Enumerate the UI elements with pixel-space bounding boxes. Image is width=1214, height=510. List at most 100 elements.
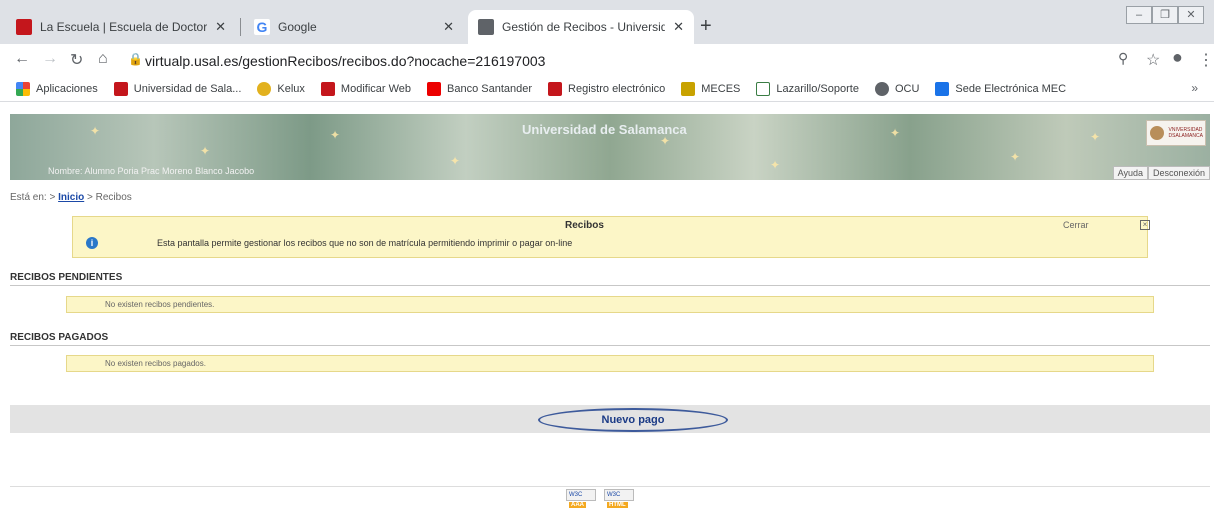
restore-icon[interactable]: ❐ [1152, 6, 1178, 24]
bookmark-label: Registro electrónico [568, 82, 666, 95]
usal-logo: VNIVERSIDAD DSALAMANCA [1146, 120, 1206, 146]
decor-star: ✦ [770, 158, 781, 172]
more-bookmarks-icon[interactable]: » [1191, 81, 1198, 95]
breadcrumb: Está en: > Inicio > Recibos [10, 192, 132, 203]
footer-divider [10, 486, 1210, 487]
lock-icon[interactable]: 🔒 [128, 52, 143, 66]
decor-star: ✦ [200, 144, 211, 158]
close-icon[interactable]: ✕ [215, 19, 226, 35]
usal-icon [16, 19, 32, 35]
bookmark-label: Aplicaciones [36, 82, 98, 95]
decor-star: ✦ [330, 128, 341, 142]
empty-pendientes: No existen recibos pendientes. [66, 296, 1154, 313]
section-title-pendientes: RECIBOS PENDIENTES [10, 272, 123, 283]
new-tab-button[interactable]: + [700, 16, 712, 36]
nuevo-pago-button[interactable]: Nuevo pago [538, 408, 728, 432]
meces-icon [681, 81, 696, 96]
window-controls: – ❐ ✕ [1126, 6, 1204, 24]
bookmark-label: Banco Santander [447, 82, 533, 95]
globe-icon [874, 81, 889, 96]
browser-toolbar: ← → ↻ ⌂ 🔒 virtualp.usal.es/gestionRecibo… [0, 44, 1214, 76]
bookmark-sede-mec[interactable]: Sede Electrónica MEC [935, 81, 1067, 96]
globe-icon [478, 19, 494, 35]
bookmark-santander[interactable]: Banco Santander [427, 81, 533, 96]
info-panel: Recibos Cerrar × i Esta pantalla permite… [72, 216, 1150, 258]
seal-icon [1149, 126, 1164, 140]
w3c-aaa-badge[interactable]: W3C AAA [566, 489, 596, 508]
bookmark-label: MECES [701, 82, 741, 95]
bookmark-label: Universidad de Sala... [133, 82, 242, 95]
minimize-icon[interactable]: – [1126, 6, 1152, 24]
apps-icon [16, 81, 30, 96]
badge-label: W3C [569, 492, 583, 498]
decor-star: ✦ [890, 126, 901, 140]
decor-star: ✦ [450, 154, 461, 168]
breadcrumb-prefix: Está en: [10, 192, 47, 203]
close-link[interactable]: Cerrar [1063, 220, 1089, 230]
breadcrumb-home-link[interactable]: Inicio [58, 192, 84, 203]
logo-text: VNIVERSIDAD DSALAMANCA [1168, 127, 1203, 139]
bookmark-aplicaciones[interactable]: Aplicaciones [16, 81, 98, 96]
santander-icon [427, 81, 442, 96]
bookmark-meces[interactable]: MECES [681, 81, 741, 96]
bookmark-kelux[interactable]: Kelux [257, 81, 305, 96]
bookmark-ocu[interactable]: OCU [874, 81, 919, 96]
header-banner: ✦ ✦ ✦ ✦ ✦ ✦ ✦ ✦ ✦ Universidad de Salaman… [10, 114, 1210, 180]
bookmark-lazarillo[interactable]: Lazarillo/Soporte [756, 81, 859, 96]
address-bar[interactable]: virtualp.usal.es/gestionRecibos/recibos.… [145, 48, 1120, 74]
close-window-icon[interactable]: ✕ [1178, 6, 1204, 24]
bookmark-registro[interactable]: Registro electrónico [548, 81, 666, 96]
banner-buttons: Ayuda Desconexión [1112, 166, 1210, 180]
section-title-pagados: RECIBOS PAGADOS [10, 332, 109, 343]
browser-tab-bar: La Escuela | Escuela de Doctoraci ✕ G Go… [0, 0, 1214, 44]
back-icon[interactable]: ← [14, 50, 30, 68]
bookmark-label: Sede Electrónica MEC [955, 82, 1067, 95]
tab-escuela[interactable]: La Escuela | Escuela de Doctoraci ✕ [6, 10, 236, 44]
star-icon[interactable]: ☆ [1146, 50, 1160, 70]
zoom-icon[interactable]: ⚲ [1118, 50, 1128, 67]
info-icon: i [86, 237, 98, 249]
bookmark-label: Kelux [277, 82, 305, 95]
logout-button[interactable]: Desconexión [1147, 166, 1210, 180]
lazarillo-icon [756, 81, 771, 96]
tab-title: Gestión de Recibos - Universidad [502, 20, 666, 34]
forward-icon[interactable]: → [42, 50, 58, 68]
reload-icon[interactable]: ↻ [70, 50, 83, 70]
bookmark-universidad[interactable]: Universidad de Sala... [113, 81, 242, 96]
menu-icon[interactable]: ⋮ [1198, 50, 1214, 70]
user-name: Nombre: Alumno Poria Prac Moreno Blanco … [48, 166, 255, 176]
breadcrumb-separator: > [87, 192, 93, 203]
badge-label: W3C [607, 492, 621, 498]
bookmark-label: Modificar Web [340, 82, 412, 95]
bookmarks-bar: Aplicaciones Universidad de Sala... Kelu… [0, 76, 1214, 102]
usal-icon [320, 81, 335, 96]
close-icon[interactable]: ✕ [443, 19, 454, 35]
action-bar: Nuevo pago [10, 405, 1210, 433]
site-title: Universidad de Salamanca [522, 122, 687, 137]
breadcrumb-separator: > [49, 192, 56, 203]
sede-icon [935, 81, 950, 96]
bookmark-modificar-web[interactable]: Modificar Web [320, 81, 412, 96]
close-icon[interactable]: × [1140, 220, 1150, 230]
tab-google[interactable]: G Google ✕ [244, 10, 464, 44]
section-divider [10, 285, 1210, 286]
section-divider [10, 345, 1210, 346]
info-title: Recibos [565, 220, 604, 231]
kelux-icon [257, 81, 272, 96]
decor-star: ✦ [1090, 130, 1101, 144]
profile-icon[interactable]: ● [1172, 47, 1183, 68]
tab-divider [240, 18, 241, 36]
close-icon[interactable]: ✕ [673, 19, 684, 35]
tab-title: La Escuela | Escuela de Doctoraci [40, 20, 208, 34]
google-icon: G [254, 19, 270, 35]
tab-gestion-recibos[interactable]: Gestión de Recibos - Universidad ✕ [468, 10, 694, 44]
tab-title: Google [278, 20, 317, 34]
usal-icon [548, 81, 563, 96]
decor-star: ✦ [1010, 150, 1021, 164]
help-button[interactable]: Ayuda [1112, 166, 1148, 180]
home-icon[interactable]: ⌂ [98, 50, 108, 68]
info-text: Esta pantalla permite gestionar los reci… [157, 238, 573, 248]
usal-icon [113, 81, 128, 96]
w3c-html-badge[interactable]: W3C HTML [604, 489, 634, 508]
empty-pagados: No existen recibos pagados. [66, 355, 1154, 372]
